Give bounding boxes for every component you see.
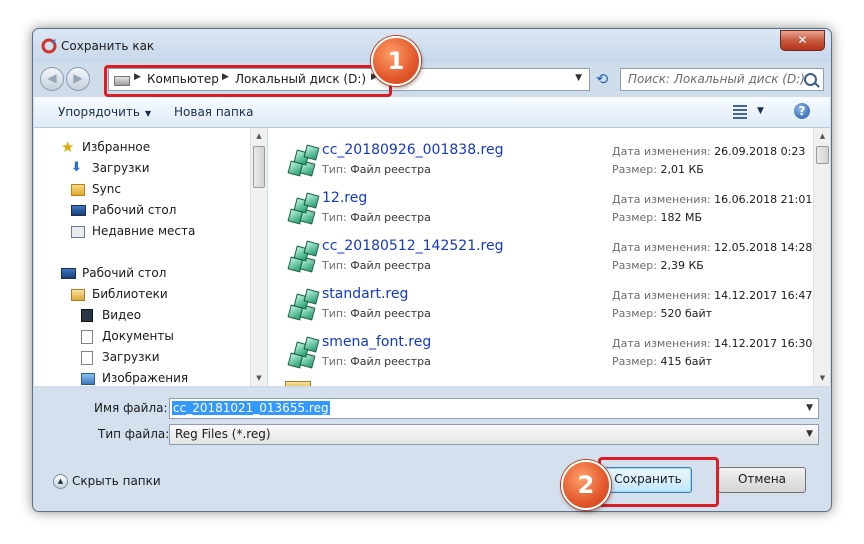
search-placeholder: Поиск: Локальный диск (D:)	[628, 72, 805, 86]
file-list-scrollbar[interactable]: ▲ ▼	[813, 128, 830, 386]
scrollbar-thumb[interactable]	[816, 146, 829, 164]
registry-file-icon	[287, 288, 320, 321]
video-icon	[81, 309, 93, 322]
file-item[interactable]: cc_20180512_142521.reg Тип: Файл реестра…	[285, 234, 813, 278]
file-name: cc_20180512_142521.reg	[322, 238, 504, 254]
file-type: Тип: Файл реестра	[322, 211, 431, 224]
file-modified: Дата изменения: 14.12.2017 16:30	[612, 337, 813, 350]
star-icon: ★	[61, 138, 75, 156]
file-modified: Дата изменения: 16.06.2018 21:01	[612, 193, 813, 206]
address-highlight-box	[104, 65, 392, 97]
filetype-value: Reg Files (*.reg)	[175, 427, 271, 441]
collapse-up-icon[interactable]: ▲	[53, 474, 68, 489]
file-item[interactable]: 12.reg Тип: Файл реестра Дата изменения:…	[285, 186, 813, 230]
step-2-marker: 2	[561, 460, 611, 510]
registry-file-icon	[287, 192, 320, 225]
file-modified: Дата изменения: 12.05.2018 14:28	[612, 241, 813, 254]
refresh-icon[interactable]: ⟲	[592, 69, 612, 89]
images-icon	[81, 373, 95, 385]
file-size: Размер: 2,01 КБ	[612, 163, 704, 176]
libraries-icon	[71, 289, 85, 301]
cancel-button[interactable]: Отмена	[718, 467, 806, 493]
nav-buttons: ◀ ▶	[40, 67, 96, 91]
filename-label: Имя файла:	[94, 401, 168, 415]
window-title: Сохранить как	[61, 39, 155, 53]
chevron-down-icon: ▼	[144, 109, 152, 118]
documents-icon	[81, 330, 93, 344]
close-button[interactable]: ✕	[780, 30, 825, 51]
file-type: Тип: Файл реестра	[322, 259, 431, 272]
file-name: standart.reg	[322, 286, 409, 302]
new-folder-button[interactable]: Новая папка	[174, 105, 253, 119]
step-1-marker: 1	[371, 36, 421, 86]
view-options-icon[interactable]	[733, 105, 747, 119]
registry-file-icon	[287, 144, 320, 177]
address-dropdown-icon[interactable]: ▼	[575, 73, 582, 83]
file-name: cc_20180926_001838.reg	[322, 142, 504, 158]
help-icon[interactable]: ?	[794, 103, 810, 119]
file-modified: Дата изменения: 14.12.2017 16:47	[612, 289, 813, 302]
scrollbar-thumb[interactable]	[253, 146, 265, 188]
file-modified: Дата изменения: 26.09.2018 0:23	[612, 145, 806, 158]
file-type: Тип: Файл реестра	[322, 163, 431, 176]
file-item[interactable]: smena_font.reg Тип: Файл реестра Дата из…	[285, 330, 813, 374]
scroll-up-arrow[interactable]: ▲	[251, 128, 267, 144]
file-size: Размер: 182 МБ	[612, 211, 703, 224]
file-type: Тип: Файл реестра	[322, 355, 431, 368]
ccleaner-app-icon	[41, 38, 57, 54]
filetype-label: Тип файла:	[98, 427, 170, 441]
registry-file-icon	[287, 240, 320, 273]
organize-button[interactable]: Упорядочить ▼	[58, 105, 151, 119]
partial-folder-icon	[285, 381, 311, 386]
search-icon[interactable]	[804, 73, 817, 86]
filetype-select[interactable]: Reg Files (*.reg) ▼	[169, 424, 819, 445]
filename-value[interactable]: cc_20181021_013655.reg	[172, 401, 330, 415]
scroll-down-arrow[interactable]: ▼	[251, 370, 267, 386]
search-input[interactable]: Поиск: Локальный диск (D:)	[620, 68, 824, 91]
desktop-icon	[71, 205, 86, 216]
recent-places-icon	[71, 226, 85, 238]
save-highlight-box	[598, 457, 719, 507]
forward-button[interactable]: ▶	[66, 67, 90, 91]
toolbar: Упорядочить ▼ Новая папка ▼ ?	[34, 97, 830, 128]
registry-file-icon	[287, 336, 320, 369]
navigation-pane: ★ Избранное ⬇ Загрузки Sync Рабочий стол Н…	[34, 128, 267, 386]
file-item[interactable]: cc_20180926_001838.reg Тип: Файл реестра…	[285, 138, 810, 182]
scroll-down-arrow[interactable]: ▼	[814, 370, 830, 386]
view-dropdown-icon[interactable]: ▼	[757, 106, 764, 116]
organize-label: Упорядочить	[58, 105, 140, 119]
folder-icon	[71, 184, 85, 196]
title-bar: Сохранить как ✕	[33, 29, 831, 62]
file-size: Размер: 415 байт	[612, 355, 713, 368]
file-size: Размер: 2,39 КБ	[612, 259, 704, 272]
file-list-pane: cc_20180926_001838.reg Тип: Файл реестра…	[268, 128, 830, 386]
file-type: Тип: Файл реестра	[322, 307, 431, 320]
back-button[interactable]: ◀	[40, 67, 64, 91]
downloads-icon: ⬇	[71, 160, 82, 175]
scroll-up-arrow[interactable]: ▲	[814, 128, 830, 144]
desktop-icon	[61, 268, 76, 279]
save-as-dialog: Сохранить как ✕ ◀ ▶ ▶ Компьютер ▶ Локаль…	[32, 28, 832, 512]
file-name: smena_font.reg	[322, 334, 432, 350]
file-name: 12.reg	[322, 190, 368, 206]
hide-folders-button[interactable]: Скрыть папки	[72, 474, 161, 488]
navigation-scrollbar[interactable]: ▲ ▼	[250, 128, 267, 386]
file-size: Размер: 520 байт	[612, 307, 713, 320]
file-item[interactable]: standart.reg Тип: Файл реестра Дата изме…	[285, 282, 813, 326]
filename-dropdown-icon[interactable]: ▼	[806, 403, 813, 413]
filename-field[interactable]: cc_20181021_013655.reg ▼	[169, 398, 819, 419]
filetype-dropdown-icon[interactable]: ▼	[806, 429, 813, 439]
navigation-tree: ★ Избранное ⬇ Загрузки Sync Рабочий стол Н…	[61, 138, 196, 385]
downloads-library-icon	[81, 351, 93, 365]
